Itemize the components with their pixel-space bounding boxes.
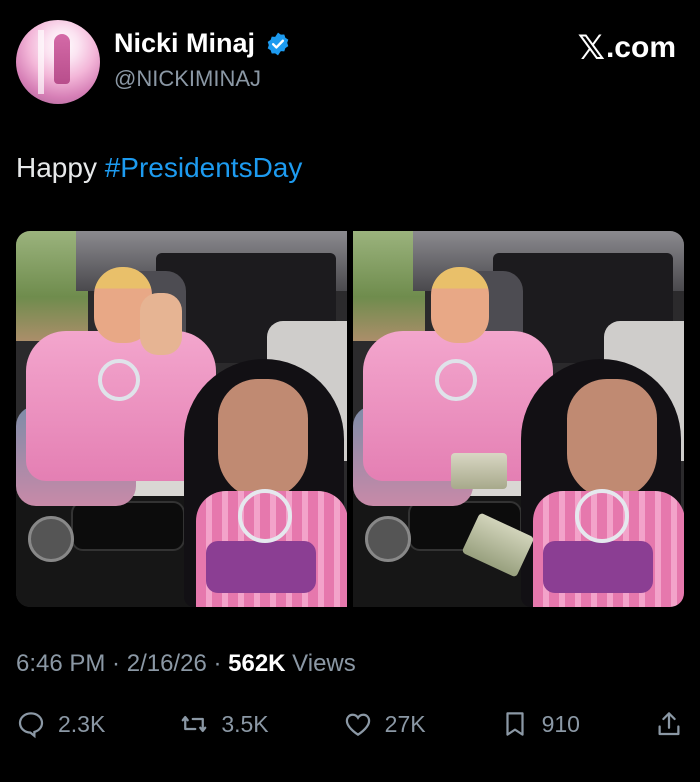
views-count: 562K: [228, 650, 286, 677]
action-bar: 2.3K 3.5K 27K 910: [16, 704, 684, 744]
user-handle[interactable]: @NICKIMINAJ: [114, 66, 261, 92]
reply-button[interactable]: 2.3K: [16, 709, 105, 739]
man-chain: [435, 359, 477, 401]
verified-badge-icon: [267, 32, 289, 55]
tweet-meta: 6:46 PM · 2/16/26 · 562K Views: [16, 650, 356, 678]
share-button[interactable]: [654, 709, 684, 739]
tweet-text-prefix: Happy: [16, 152, 105, 183]
ok-hand-gesture: [140, 293, 182, 355]
x-logo-icon: 𝕏: [577, 29, 605, 67]
display-name[interactable]: Nicki Minaj: [114, 28, 255, 59]
reply-count: 2.3K: [58, 710, 106, 737]
man-chain: [98, 359, 140, 401]
gear-dial: [28, 516, 74, 562]
tweet-text: Happy #PresidentsDay: [16, 152, 302, 184]
avatar-figure: [54, 34, 70, 84]
woman-face: [218, 379, 308, 499]
meta-separator: ·: [206, 650, 229, 677]
hashtag-link[interactable]: #PresidentsDay: [105, 152, 303, 183]
media-grid: [16, 231, 684, 607]
repost-icon: [181, 716, 207, 732]
repost-count: 3.5K: [221, 710, 269, 737]
like-button[interactable]: 27K: [343, 709, 426, 739]
tweet-header: Nicki Minaj @NICKIMINAJ 𝕏 .com: [16, 20, 684, 110]
gear-dial: [365, 516, 411, 562]
bookmark-icon: [505, 712, 524, 736]
photo-right[interactable]: [353, 231, 684, 607]
avatar-pole: [38, 30, 44, 94]
views-label: Views: [285, 650, 356, 677]
reply-icon: [18, 712, 44, 739]
woman-chain: [238, 489, 292, 543]
heart-icon: [345, 713, 370, 736]
avatar[interactable]: [16, 20, 100, 104]
man-head: [431, 267, 489, 343]
like-count: 27K: [384, 710, 426, 737]
x-com-watermark: 𝕏 .com: [578, 28, 676, 68]
repost-button[interactable]: 3.5K: [179, 709, 269, 739]
shirt-logo: [206, 541, 316, 593]
name-row: Nicki Minaj: [114, 28, 291, 59]
bookmark-button[interactable]: 910: [500, 709, 580, 739]
photo-left[interactable]: [16, 231, 347, 607]
cup-holder: [71, 501, 185, 551]
woman-chain: [575, 489, 629, 543]
meta-separator: ·: [105, 650, 127, 677]
shirt-logo: [543, 541, 653, 593]
bookmark-count: 910: [541, 710, 580, 737]
woman-face: [567, 379, 657, 499]
cash-stack: [451, 453, 507, 489]
tweet-time[interactable]: 6:46 PM: [16, 650, 105, 677]
watermark-text: .com: [605, 31, 676, 64]
share-icon: [658, 712, 680, 736]
tweet-date[interactable]: 2/16/26: [127, 650, 207, 677]
